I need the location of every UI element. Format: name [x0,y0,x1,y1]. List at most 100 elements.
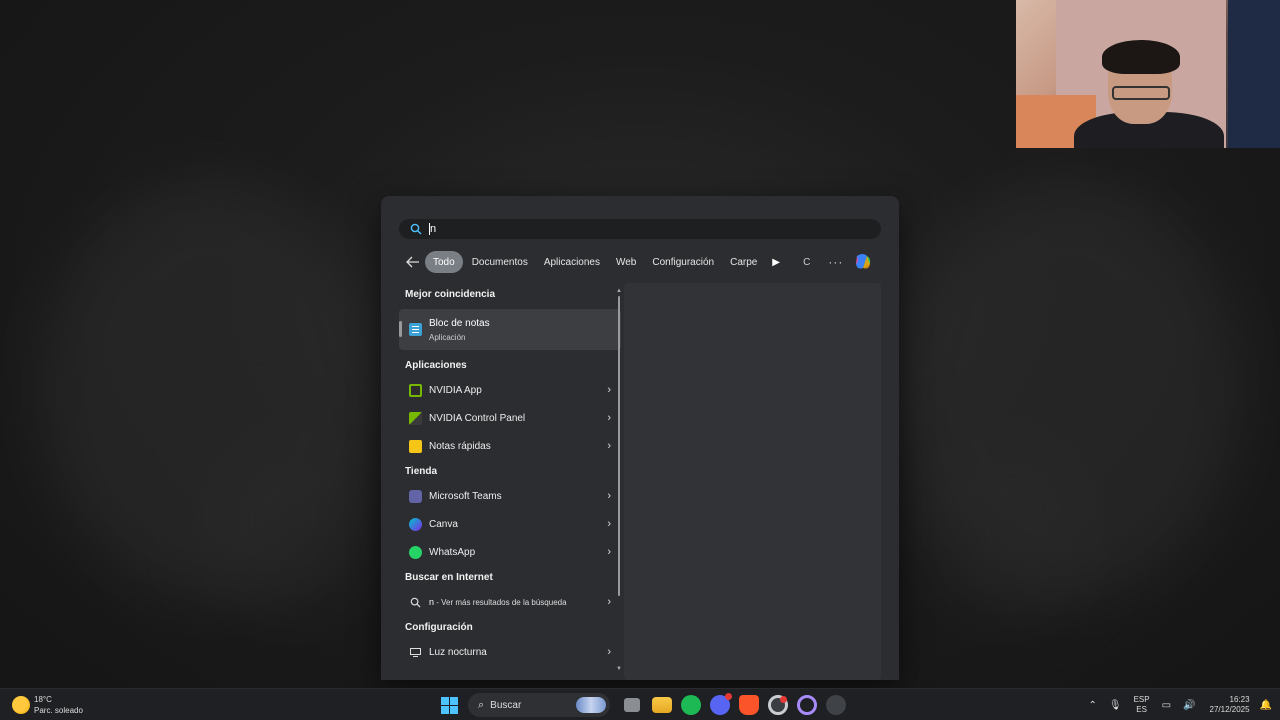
result-item-nvidia-control-panel[interactable]: NVIDIA Control Panel › [399,404,621,432]
result-item-notas-rapidas[interactable]: Notas rápidas › [399,432,621,460]
language-bottom: ES [1136,705,1147,714]
voice-app-icon[interactable] [826,695,846,715]
night-light-icon [409,646,422,659]
language-indicator[interactable]: ESP ES [1134,695,1150,715]
clock-date: 27/12/2025 [1209,705,1250,714]
partly-sunny-icon [12,696,30,714]
filter-chip-web[interactable]: Web [609,251,643,273]
section-title-store: Tienda [405,465,438,477]
task-view-icon[interactable] [624,698,640,712]
chevron-right-icon[interactable]: › [607,490,611,502]
file-explorer-icon[interactable] [652,697,672,713]
webcam-clothes-rack [1228,0,1280,148]
web-search-label: n - Ver más resultados de la búsqueda [429,597,567,607]
nvidia-control-panel-icon [409,411,422,425]
selection-indicator [399,321,402,337]
wallpaper-shape [200,420,380,620]
scrollbar-thumb[interactable] [618,296,620,596]
chevron-right-icon[interactable]: › [607,596,611,608]
chevron-right-icon[interactable]: › [607,546,611,558]
nvidia-app-icon [409,383,422,397]
scroll-up-icon[interactable]: ▲ [616,288,622,294]
results-scrollbar[interactable]: ▲ ▼ [616,288,622,678]
weather-condition: Parc. soleado [34,706,83,715]
result-item-whatsapp[interactable]: WhatsApp › [399,538,621,566]
filter-chip-carpetas[interactable]: Carpetas [723,251,757,273]
best-match-item[interactable]: Bloc de notas Aplicación [399,309,621,350]
section-title-settings: Configuración [405,621,473,633]
webcam-person-hair [1102,40,1180,74]
taskbar-apps: ⌕ Buscar [436,692,846,718]
result-label: Microsoft Teams [429,490,502,502]
search-icon [409,222,423,236]
scroll-down-icon[interactable]: ▼ [616,666,622,672]
search-box[interactable] [399,219,881,239]
volume-icon[interactable]: 🔊 [1183,700,1195,711]
microphone-icon[interactable]: 🎙 [1109,700,1122,711]
section-title-apps: Aplicaciones [405,359,467,371]
spotify-icon[interactable] [681,695,701,715]
taskbar: 18°C Parc. soleado ⌕ Buscar ⌃ 🎙 ESP ES ▭… [0,688,1280,720]
result-item-luz-nocturna[interactable]: Luz nocturna › [399,638,621,666]
app-circle-icon[interactable] [797,695,817,715]
best-match-type: Aplicación [429,332,466,342]
notifications-bell-icon[interactable]: 🔔 [1260,700,1272,711]
chrome-icon[interactable] [768,695,788,715]
chevron-right-icon[interactable]: › [607,440,611,452]
section-title-best-match: Mejor coincidencia [405,288,496,300]
chevron-right-icon[interactable]: › [607,412,611,424]
result-label: NVIDIA App [429,384,482,396]
search-highlight-icon [576,697,606,713]
result-label: Notas rápidas [429,440,491,452]
filter-chip-configuracion[interactable]: Configuración [645,251,721,273]
notification-badge [725,693,732,700]
preview-pane [624,283,881,680]
scroll-filters-right-icon[interactable]: ▶ [767,251,785,273]
webcam-person-glasses [1112,86,1170,100]
search-icon [409,596,422,609]
discord-icon[interactable] [710,693,732,715]
sticky-notes-icon [409,439,422,453]
result-label: NVIDIA Control Panel [429,412,526,424]
notepad-icon [409,323,422,336]
search-input[interactable] [429,223,849,235]
weather-temp: 18°C [34,695,52,704]
result-label: Luz nocturna [429,646,487,658]
result-item-canva[interactable]: Canva › [399,510,621,538]
chevron-right-icon[interactable]: › [607,646,611,658]
start-button[interactable] [436,692,462,718]
chevron-up-icon[interactable]: ⌃ [1088,700,1096,711]
result-item-teams[interactable]: Microsoft Teams › [399,482,621,510]
filter-chip-aplicaciones[interactable]: Aplicaciones [537,251,607,273]
taskbar-search-label: Buscar [490,699,522,711]
copilot-icon[interactable] [853,252,873,272]
back-arrow-icon[interactable] [401,251,425,273]
filter-bar: Todo Documentos Aplicaciones Web Configu… [401,251,883,273]
system-tray: ⌃ 🎙 ESP ES ▭ 🔊 16:23 27/12/2025 🔔 [1076,689,1272,720]
weather-widget[interactable]: 18°C Parc. soleado [12,694,83,716]
filter-chip-documentos[interactable]: Documentos [465,251,535,273]
result-label: WhatsApp [429,546,476,558]
brave-icon[interactable] [739,695,759,715]
teams-icon [409,489,422,503]
canva-icon [409,517,422,531]
result-item-nvidia-app[interactable]: NVIDIA App › [399,376,621,404]
results-list: Mejor coincidencia Bloc de notas Aplicac… [399,283,621,680]
chevron-right-icon[interactable]: › [607,518,611,530]
wallpaper-shape [920,420,1100,620]
result-item-web-search[interactable]: n - Ver más resultados de la búsqueda › [399,588,621,616]
result-label: Canva [429,518,458,530]
network-icon[interactable]: ▭ [1162,700,1171,711]
chevron-right-icon[interactable]: › [607,384,611,396]
section-title-web: Buscar en Internet [405,571,493,583]
clock-time: 16:23 [1229,695,1250,704]
best-match-name: Bloc de notas [429,317,490,329]
filter-chip-todo[interactable]: Todo [425,251,463,273]
filter-chip-truncated[interactable]: C [803,257,810,268]
whatsapp-icon [409,545,422,559]
search-icon: ⌕ [478,698,485,711]
taskbar-search[interactable]: ⌕ Buscar [468,693,610,717]
more-options-icon[interactable]: ··· [828,255,843,269]
clock[interactable]: 16:23 27/12/2025 [1210,695,1250,715]
search-panel: Todo Documentos Aplicaciones Web Configu… [381,196,899,680]
